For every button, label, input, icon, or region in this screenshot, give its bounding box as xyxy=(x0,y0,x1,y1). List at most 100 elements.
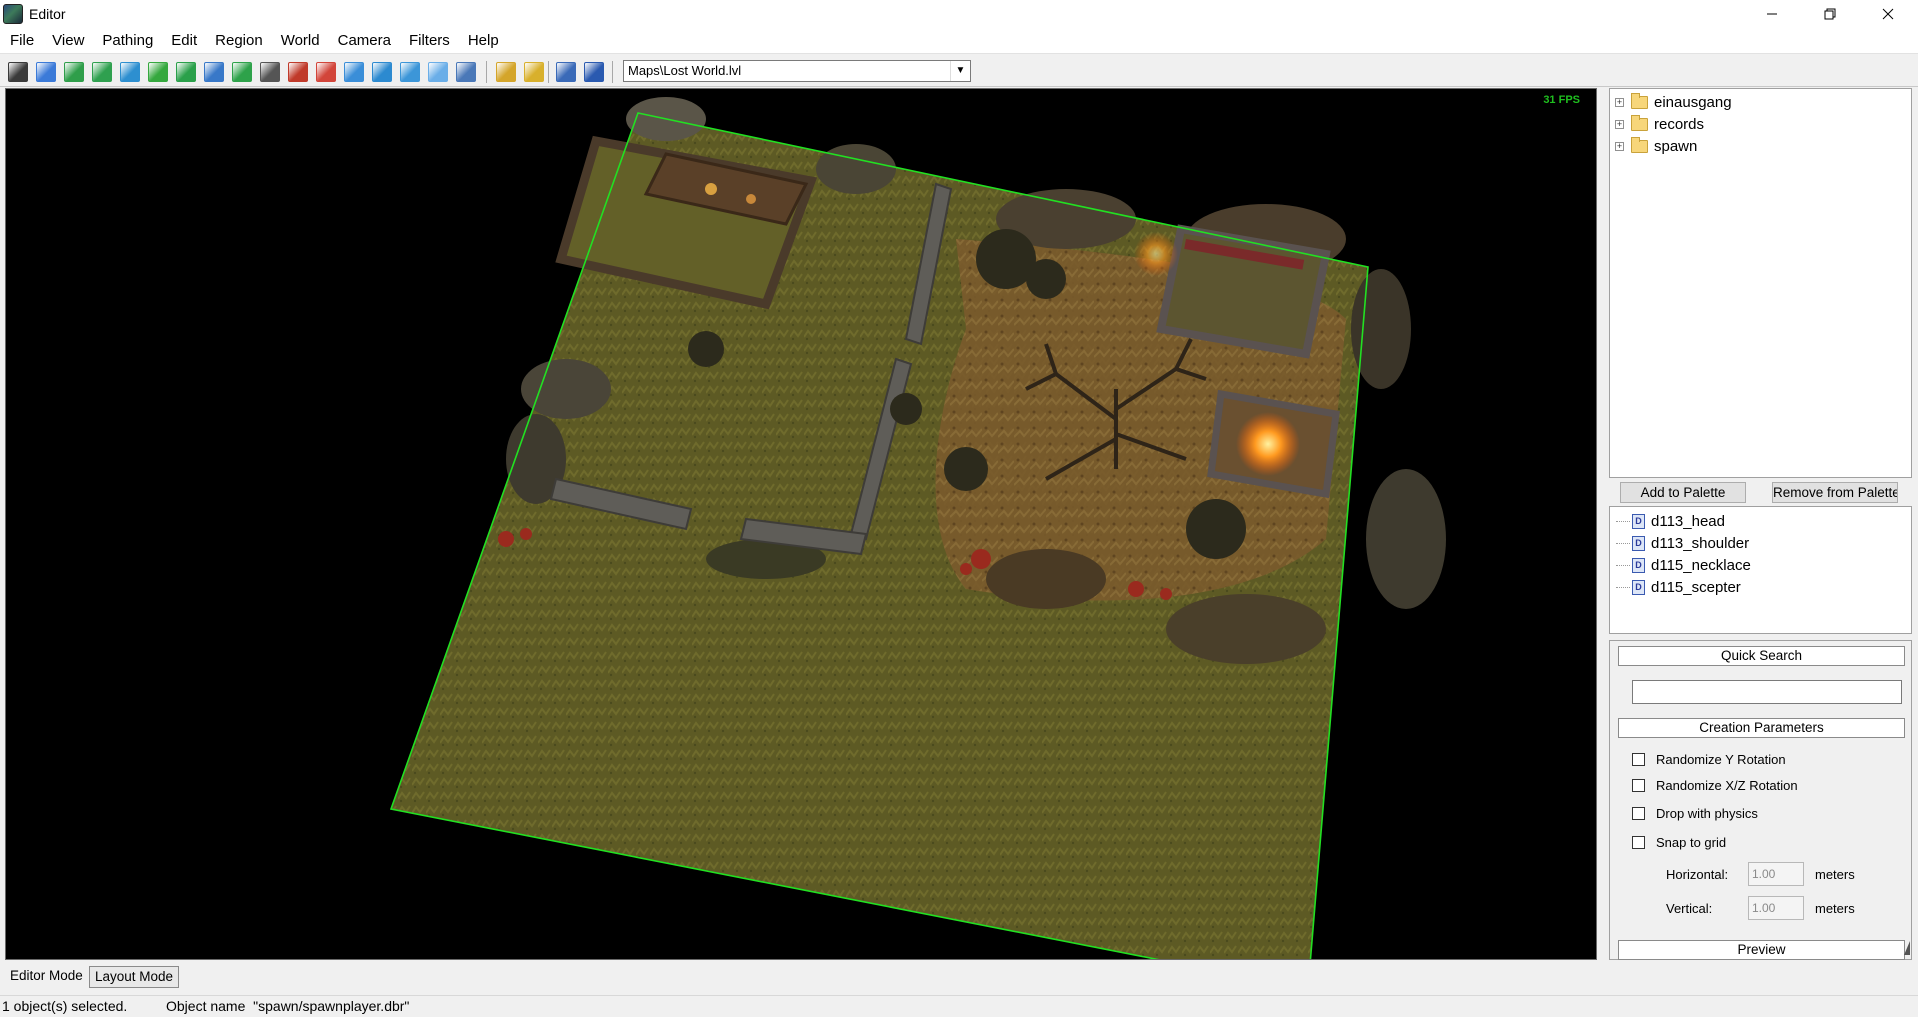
menu-filters[interactable]: Filters xyxy=(400,28,459,54)
palette-item-label: d113_head xyxy=(1651,512,1725,530)
terrain-texture-icon[interactable] xyxy=(400,62,420,82)
checkbox[interactable] xyxy=(1632,753,1645,766)
terrain-lower-icon[interactable] xyxy=(92,62,112,82)
settings-icon[interactable] xyxy=(456,62,476,82)
light-icon[interactable] xyxy=(428,62,448,82)
chevron-down-icon[interactable]: ▼ xyxy=(950,61,970,81)
select-tool-icon[interactable] xyxy=(8,62,28,82)
object-name-status: Object name "spawn/spawnplayer.dbr" xyxy=(166,998,410,1014)
drop-with-physics-checkbox[interactable]: Drop with physics xyxy=(1632,806,1758,821)
tab-layout-mode[interactable]: Layout Mode xyxy=(89,966,180,988)
checkbox-label: Randomize Y Rotation xyxy=(1656,752,1786,767)
menu-camera[interactable]: Camera xyxy=(329,28,400,54)
map-select-value: Maps\Lost World.lvl xyxy=(628,63,742,78)
palette-item-label: d113_shoulder xyxy=(1651,534,1750,552)
horizontal-unit: meters xyxy=(1815,867,1855,882)
close-icon[interactable] xyxy=(1859,0,1917,28)
palette-item[interactable]: D d115_scepter xyxy=(1610,576,1741,598)
checkbox[interactable] xyxy=(1632,836,1645,849)
tree-item-label: spawn xyxy=(1654,137,1698,155)
tree-item-records[interactable]: + records xyxy=(1610,113,1704,135)
add-to-palette-button[interactable]: Add to Palette xyxy=(1620,482,1746,503)
tree-item-label: records xyxy=(1654,115,1705,133)
palette-icon[interactable] xyxy=(316,62,336,82)
editor-app-icon xyxy=(3,4,23,24)
palette-list[interactable]: D d113_head D d113_shoulder D d115_neckl… xyxy=(1609,506,1912,634)
randomize-y-rotation-checkbox[interactable]: Randomize Y Rotation xyxy=(1632,752,1786,767)
water-icon[interactable] xyxy=(344,62,364,82)
record-icon: D xyxy=(1632,579,1645,595)
menu-world[interactable]: World xyxy=(272,28,329,54)
zoom-icon[interactable] xyxy=(556,62,576,82)
vertical-grid-input[interactable]: 1.00 xyxy=(1748,896,1804,920)
selection-status: 1 object(s) selected. xyxy=(2,998,128,1014)
randomize-xz-rotation-checkbox[interactable]: Randomize X/Z Rotation xyxy=(1632,778,1798,793)
preview-header: Preview xyxy=(1618,940,1905,960)
toolbar-separator xyxy=(612,61,613,83)
redo-icon[interactable] xyxy=(524,62,544,82)
window-title: Editor xyxy=(29,6,66,22)
checkbox-label: Drop with physics xyxy=(1656,806,1758,821)
fps-counter: 31 FPS xyxy=(1543,94,1580,106)
checkbox[interactable] xyxy=(1632,779,1645,792)
undo-icon[interactable] xyxy=(496,62,516,82)
status-bar: 1 object(s) selected. Object name "spawn… xyxy=(0,995,1918,1017)
tree-item-spawn[interactable]: + spawn xyxy=(1610,135,1697,157)
menu-edit[interactable]: Edit xyxy=(162,28,206,54)
vertical-unit: meters xyxy=(1815,901,1855,916)
tree-line xyxy=(1616,520,1630,522)
palette-item-label: d115_necklace xyxy=(1651,556,1751,574)
expand-icon[interactable]: + xyxy=(1615,119,1624,129)
level-render[interactable] xyxy=(6,89,1597,960)
creation-parameters-header: Creation Parameters xyxy=(1618,718,1905,738)
quick-search-header: Quick Search xyxy=(1618,646,1905,666)
folder-icon xyxy=(1631,92,1648,109)
menu-file[interactable]: File xyxy=(0,28,43,54)
palette-item[interactable]: D d115_necklace xyxy=(1610,554,1751,576)
toolbar-separator xyxy=(548,61,549,83)
lock-icon[interactable] xyxy=(260,62,280,82)
horizontal-label: Horizontal: xyxy=(1666,867,1729,882)
record-icon: D xyxy=(1632,513,1645,529)
terrain-raise-icon[interactable] xyxy=(64,62,84,82)
menu-region[interactable]: Region xyxy=(206,28,272,54)
resize-grip-icon[interactable] xyxy=(1904,941,1910,955)
expand-icon[interactable]: + xyxy=(1615,141,1624,151)
vertical-label: Vertical: xyxy=(1666,901,1713,916)
quick-search-input[interactable] xyxy=(1632,680,1902,704)
record-icon: D xyxy=(1632,557,1645,573)
terrain-flatten-icon[interactable] xyxy=(148,62,168,82)
checkbox[interactable] xyxy=(1632,807,1645,820)
minimize-icon[interactable] xyxy=(1743,0,1801,28)
palette-item[interactable]: D d113_head xyxy=(1610,510,1725,532)
region-icon[interactable] xyxy=(372,62,392,82)
tree-line xyxy=(1616,564,1630,566)
tab-editor-mode[interactable]: Editor Mode xyxy=(5,966,88,988)
snap-to-grid-checkbox[interactable]: Snap to grid xyxy=(1632,835,1726,850)
menu-pathing[interactable]: Pathing xyxy=(93,28,162,54)
menu-help[interactable]: Help xyxy=(459,28,508,54)
tree-item-einausgang[interactable]: + einausgang xyxy=(1610,91,1732,113)
map-select[interactable]: Maps\Lost World.lvl ▼ xyxy=(623,60,971,82)
tree-line xyxy=(1616,586,1630,588)
folder-icon xyxy=(1631,114,1648,131)
brush-icon[interactable] xyxy=(288,62,308,82)
terrain-paint-icon[interactable] xyxy=(176,62,196,82)
folder-icon xyxy=(1631,136,1648,153)
path-tool-icon[interactable] xyxy=(232,62,252,82)
restore-icon[interactable] xyxy=(1801,0,1859,28)
view-icon[interactable] xyxy=(584,62,604,82)
creation-panel: Quick Search Creation Parameters Randomi… xyxy=(1609,640,1912,960)
terrain-smooth-icon[interactable] xyxy=(120,62,140,82)
expand-icon[interactable]: + xyxy=(1615,97,1624,107)
level-viewport[interactable]: 31 FPS xyxy=(5,88,1597,960)
grid-icon[interactable] xyxy=(204,62,224,82)
move-tool-icon[interactable] xyxy=(36,62,56,82)
remove-from-palette-button[interactable]: Remove from Palette xyxy=(1772,482,1898,503)
menu-view[interactable]: View xyxy=(43,28,93,54)
title-bar: Editor xyxy=(0,0,1918,28)
palette-item-label: d115_scepter xyxy=(1651,578,1741,596)
palette-item[interactable]: D d113_shoulder xyxy=(1610,532,1749,554)
record-tree[interactable]: + einausgang + records + spawn xyxy=(1609,88,1912,478)
horizontal-grid-input[interactable]: 1.00 xyxy=(1748,862,1804,886)
